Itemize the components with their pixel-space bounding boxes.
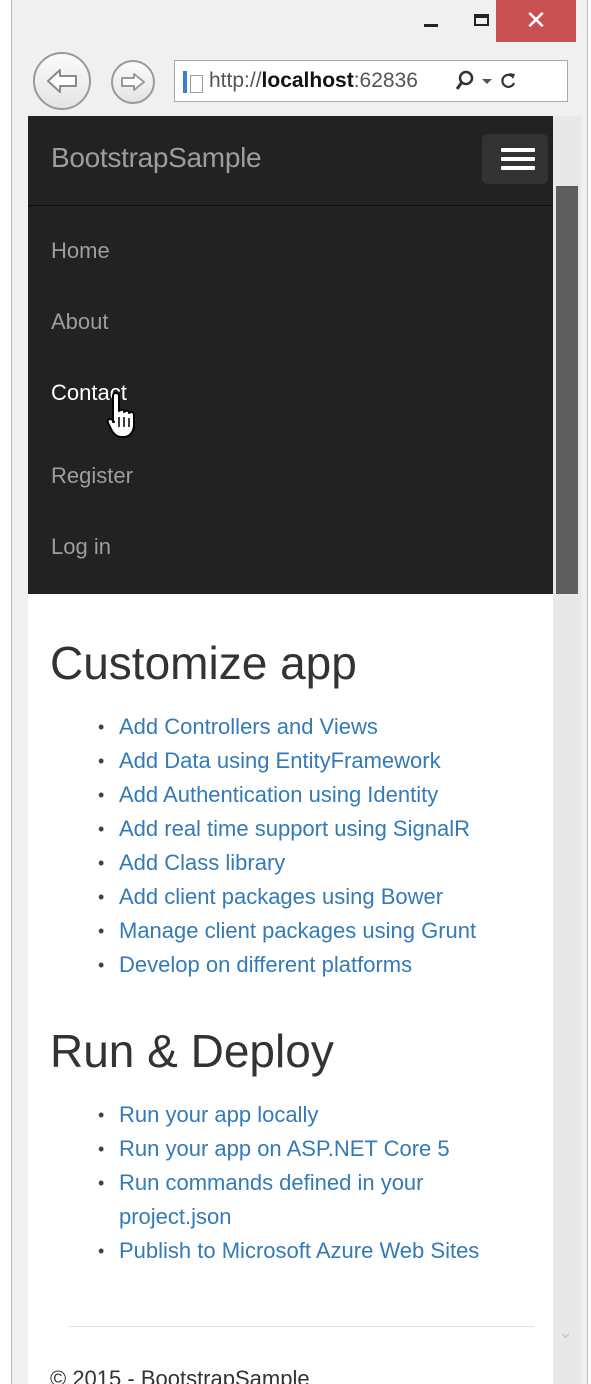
browser-window: ✕ http://localhost:62836 BootstrapSample bbox=[11, 0, 588, 1384]
navbar-toggle-button[interactable] bbox=[482, 134, 548, 184]
link-add-authentication[interactable]: Add Authentication using Identity bbox=[28, 778, 529, 812]
link-run-commands[interactable]: Run commands defined in your project.jso… bbox=[28, 1166, 439, 1234]
forward-button[interactable] bbox=[111, 60, 155, 104]
url-text: http://localhost:62836 bbox=[209, 69, 449, 93]
page-icon bbox=[183, 69, 203, 93]
site-navbar: BootstrapSample Home About Contact Regis… bbox=[28, 116, 553, 594]
navbar-divider bbox=[28, 205, 553, 206]
search-icon[interactable] bbox=[455, 70, 475, 92]
link-add-data[interactable]: Add Data using EntityFramework bbox=[28, 744, 529, 778]
nav-item-register[interactable]: Register bbox=[51, 463, 133, 489]
hand-cursor-icon bbox=[106, 392, 135, 438]
link-run-aspnet[interactable]: Run your app on ASP.NET Core 5 bbox=[28, 1132, 529, 1166]
back-button[interactable] bbox=[33, 52, 91, 110]
scrollbar-thumb[interactable] bbox=[556, 186, 578, 594]
customize-links-list: Add Controllers and Views Add Data using… bbox=[28, 710, 529, 982]
refresh-icon[interactable] bbox=[499, 71, 517, 91]
minimize-icon bbox=[424, 23, 438, 27]
url-host: localhost bbox=[261, 69, 354, 92]
link-publish-azure[interactable]: Publish to Microsoft Azure Web Sites bbox=[28, 1234, 529, 1268]
close-icon: ✕ bbox=[525, 6, 547, 36]
link-add-class-library[interactable]: Add Class library bbox=[28, 846, 529, 880]
dropdown-arrow-icon[interactable] bbox=[481, 76, 493, 86]
footer-divider bbox=[68, 1326, 534, 1327]
url-port: :62836 bbox=[353, 69, 418, 92]
forward-arrow-icon bbox=[121, 73, 145, 91]
address-bar[interactable]: http://localhost:62836 bbox=[174, 60, 568, 102]
page-viewport: BootstrapSample Home About Contact Regis… bbox=[28, 116, 581, 1384]
scroll-down-icon[interactable]: ⌄ bbox=[558, 1322, 578, 1343]
minimize-button[interactable] bbox=[406, 0, 456, 40]
nav-item-home[interactable]: Home bbox=[51, 238, 110, 264]
title-bar: ✕ bbox=[12, 0, 587, 46]
link-manage-client-packages[interactable]: Manage client packages using Grunt bbox=[28, 914, 529, 948]
browser-navigation-bar: http://localhost:62836 bbox=[12, 46, 587, 114]
nav-item-log-in[interactable]: Log in bbox=[51, 534, 111, 560]
customize-heading: Customize app bbox=[50, 637, 357, 689]
close-button[interactable]: ✕ bbox=[496, 0, 576, 42]
deploy-heading: Run & Deploy bbox=[50, 1025, 334, 1077]
link-add-client-packages[interactable]: Add client packages using Bower bbox=[28, 880, 529, 914]
link-add-realtime[interactable]: Add real time support using SignalR bbox=[28, 812, 529, 846]
back-arrow-icon bbox=[47, 69, 77, 93]
link-develop-platforms[interactable]: Develop on different platforms bbox=[28, 948, 529, 982]
nav-item-about[interactable]: About bbox=[51, 309, 109, 335]
footer-text: © 2015 - BootstrapSample bbox=[50, 1366, 310, 1384]
deploy-links-list: Run your app locally Run your app on ASP… bbox=[28, 1098, 529, 1268]
link-add-controllers[interactable]: Add Controllers and Views bbox=[28, 710, 529, 744]
navbar-brand[interactable]: BootstrapSample bbox=[51, 142, 262, 174]
link-run-locally[interactable]: Run your app locally bbox=[28, 1098, 529, 1132]
url-prefix: http:// bbox=[209, 69, 262, 92]
maximize-icon bbox=[473, 14, 489, 26]
